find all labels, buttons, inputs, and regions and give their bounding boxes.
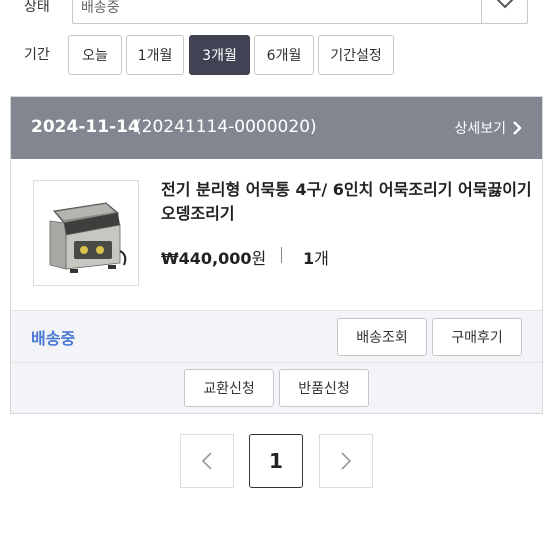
chevron-down-icon [496, 0, 514, 9]
period-1month-button[interactable]: 1개월 [126, 35, 184, 75]
period-today-button[interactable]: 오늘 [68, 35, 122, 75]
exchange-request-button[interactable]: 교환신청 [184, 369, 274, 407]
delivery-status: 배송중 [31, 329, 76, 348]
next-page-icon [341, 452, 352, 470]
period-custom-button[interactable]: 기간설정 [318, 35, 394, 75]
order-actions-row: 배송중 배송조회 구매후기 [11, 310, 542, 362]
product-price: ₩440,000원 [161, 245, 266, 269]
product-thumbnail[interactable] [33, 180, 139, 286]
status-select[interactable]: 배송중 [72, 0, 528, 24]
chevron-right-icon [513, 121, 522, 135]
price-qty-divider [281, 247, 282, 263]
order-claims-row: 교환신청 반품신청 [11, 362, 542, 413]
quantity-number: 1 [303, 249, 315, 268]
track-delivery-button[interactable]: 배송조회 [337, 318, 427, 356]
current-page-button[interactable]: 1 [249, 434, 303, 488]
next-page-button[interactable] [319, 434, 373, 488]
period-6month-button[interactable]: 6개월 [254, 35, 314, 75]
status-select-toggle[interactable] [481, 0, 527, 23]
order-detail-link[interactable]: 상세보기 [454, 118, 522, 138]
product-name[interactable]: 전기 분리형 어묵통 4구/ 6인치 어묵조리기 어묵끓이기 오뎅조리기 [161, 178, 546, 226]
write-review-button[interactable]: 구매후기 [432, 318, 522, 356]
period-label: 기간 [24, 47, 50, 63]
prev-page-button[interactable] [180, 434, 234, 488]
status-filter-row: 상태 배송중 [0, 0, 553, 28]
price-amount: ₩440,000 [161, 249, 252, 268]
product-image [49, 202, 127, 273]
product-quantity: 1개 [303, 245, 329, 269]
order-date: 2024-11-14 [31, 117, 140, 137]
prev-page-icon [201, 452, 212, 470]
price-unit: 원 [251, 249, 267, 268]
order-card: 2024-11-14 (20241114-0000020) 상세보기 전기 분리… [10, 96, 543, 414]
order-number: (20241114-0000020) [135, 117, 317, 137]
status-select-value: 배송중 [81, 0, 120, 16]
order-header: 2024-11-14 (20241114-0000020) 상세보기 [11, 97, 542, 159]
return-request-button[interactable]: 반품신청 [279, 369, 369, 407]
order-detail-label: 상세보기 [454, 121, 506, 137]
status-label: 상태 [24, 0, 50, 15]
period-3month-button[interactable]: 3개월 [189, 35, 250, 75]
quantity-unit: 개 [314, 249, 329, 268]
